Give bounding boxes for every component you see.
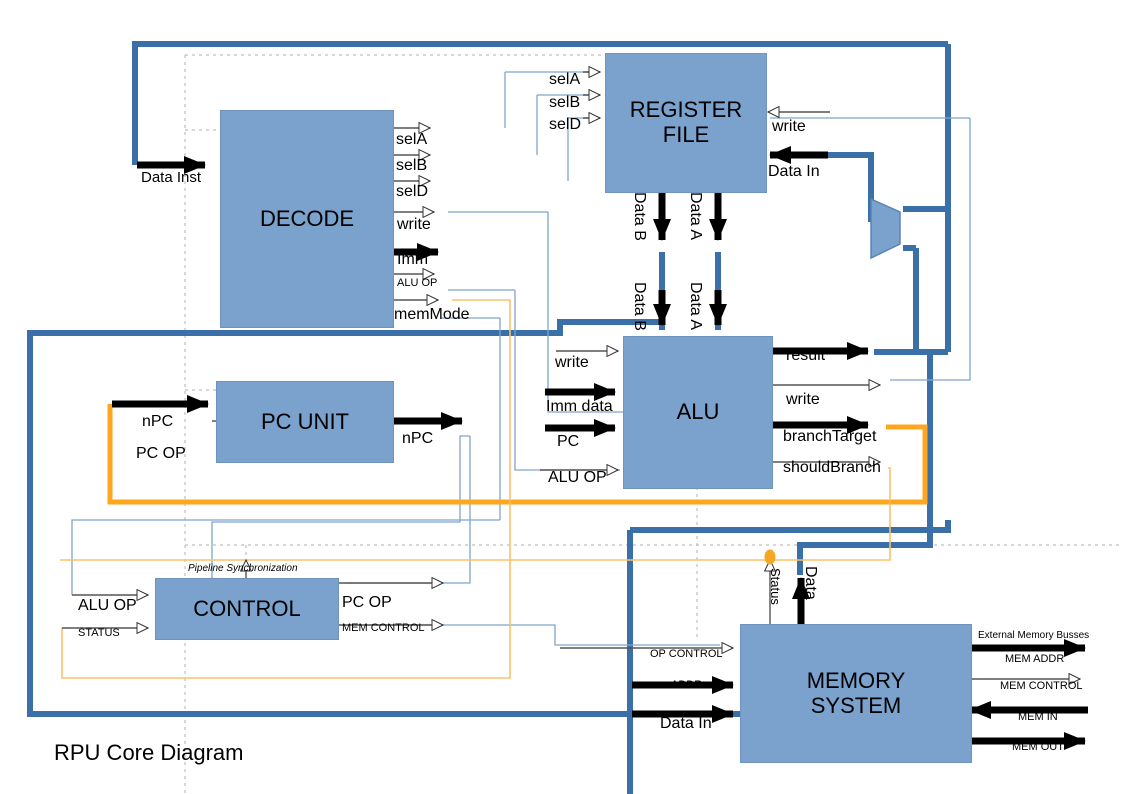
block-register-file[interactable]: REGISTER FILE [605,53,767,193]
label-data-a-bottom: Data A [687,282,704,331]
label-decode-alu-op: ALU OP [397,277,438,289]
label-data-a-top: Data A [687,192,704,241]
label-data-b-top: Data B [631,192,648,241]
label-pipeline-synchronization: Pipeline Synchronization [188,563,298,574]
label-decode-selD: selD [396,183,429,200]
label-data-inst: Data Inst [141,169,202,186]
label-rf-selA: selA [549,71,581,88]
label-should-branch: shouldBranch [783,459,881,476]
status-junction-dot [764,549,776,565]
label-pc-op-in: PC OP [136,445,186,462]
label-control-pc-op: PC OP [342,594,392,611]
label-addr: ADDR [671,679,703,691]
label-data: Data [802,566,819,600]
block-pc-unit[interactable]: PC UNIT [216,381,394,463]
label-rf-selB: selB [549,94,581,111]
label-mem-control: MEM CONTROL [1000,680,1083,692]
label-imm-data: Imm data [546,398,613,415]
label-rf-write: write [772,118,806,135]
label-mem-out: MEM OUT [1012,741,1064,753]
label-decode-selA: selA [396,131,428,148]
label-alu-write-in: write [555,354,589,371]
label-npc-out: nPC [402,430,434,447]
label-data-b-bottom: Data B [631,282,648,331]
label-rf-selD: selD [549,116,582,133]
block-control[interactable]: CONTROL [155,578,339,640]
block-control-label: CONTROL [193,595,301,621]
label-status: Status [768,568,783,605]
label-decode-imm: Imm [397,251,429,268]
label-op-control: OP CONTROL [650,648,723,660]
label-pc-in: PC [557,433,580,450]
label-result: result [786,347,826,364]
label-control-alu-op: ALU OP [78,597,137,614]
block-register-file-label: REGISTER FILE [629,97,743,147]
label-decode-mem-mode: memMode [394,306,470,323]
label-mem-addr: MEM ADDR [1005,653,1065,665]
label-mem-data-in: Data In [660,715,712,732]
rpu-core-diagram: DECODE REGISTER FILE PC UNIT ALU CONTROL… [0,0,1123,794]
label-control-mem-control: MEM CONTROL [342,622,425,634]
label-npc-in: nPC [142,413,174,430]
label-external-memory-busses: External Memory Busses [978,630,1090,641]
block-pc-unit-label: PC UNIT [261,408,349,434]
block-memory-system[interactable]: MEMORY SYSTEM [740,624,972,763]
label-rf-data-in: Data In [768,163,820,180]
label-alu-write-out: write [786,391,820,408]
label-branch-target: branchTarget [783,428,877,445]
block-alu[interactable]: ALU [623,336,773,489]
label-alu-op-in: ALU OP [548,469,607,486]
block-decode[interactable]: DECODE [220,110,394,328]
label-mem-in: MEM IN [1018,711,1058,723]
block-alu-label: ALU [676,399,720,425]
label-decode-selB: selB [396,157,428,174]
label-control-status: STATUS [78,627,120,639]
label-decode-write: write [397,216,431,233]
block-decode-label: DECODE [259,205,355,231]
diagram-title: RPU Core Diagram [54,740,244,765]
block-memory-system-label: MEMORY SYSTEM [806,667,906,718]
result-mux [870,197,901,260]
